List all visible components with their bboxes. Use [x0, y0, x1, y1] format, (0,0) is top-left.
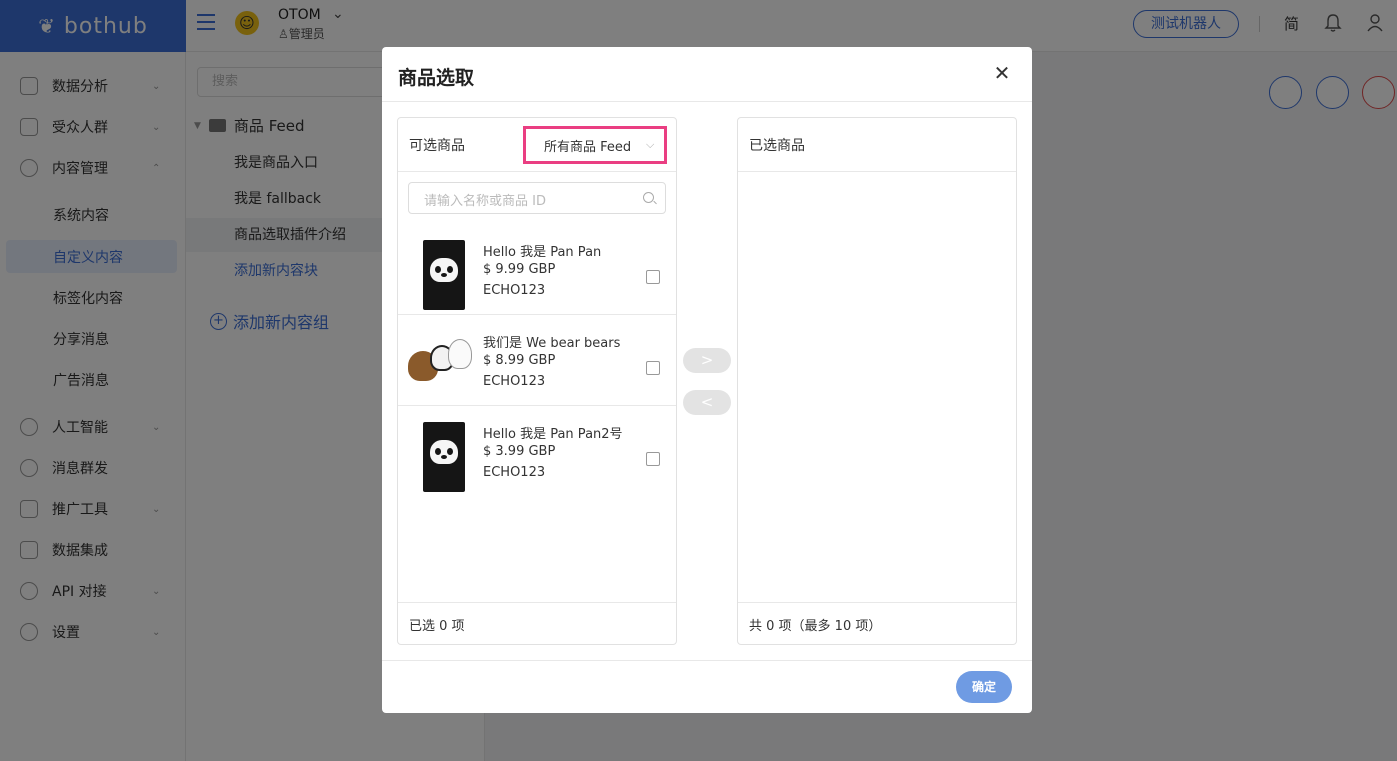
panel-header: 可选商品 所有商品 Feed ⌵ — [398, 118, 676, 172]
product-search-input[interactable]: 请输入名称或商品 ID — [408, 182, 666, 214]
product-code: ECHO123 — [483, 465, 546, 480]
panel-footer: 共 0 项（最多 10 项） — [738, 602, 1016, 644]
total-count: 共 0 项（最多 10 项） — [749, 619, 882, 634]
close-icon[interactable]: ✕ — [993, 63, 1011, 83]
product-thumbnail — [423, 240, 465, 310]
product-thumbnail — [408, 337, 476, 385]
panel-header: 已选商品 — [738, 118, 1016, 172]
product-code: ECHO123 — [483, 283, 546, 298]
feed-select-value: 所有商品 Feed — [544, 139, 632, 155]
product-checkbox[interactable] — [646, 270, 660, 284]
product-name: Hello 我是 Pan Pan — [483, 245, 602, 260]
search-icon[interactable] — [643, 192, 654, 203]
selected-products-panel: 已选商品 共 0 项（最多 10 项） — [737, 117, 1017, 645]
panel-title: 已选商品 — [749, 138, 805, 154]
product-row[interactable]: 我们是 We bear bears $ 8.99 GBP ECHO123 — [398, 315, 676, 406]
search-placeholder: 请输入名称或商品 ID — [424, 194, 546, 209]
product-checkbox[interactable] — [646, 452, 660, 466]
available-products-panel: 可选商品 所有商品 Feed ⌵ 请输入名称或商品 ID Hello 我是 Pa… — [397, 117, 677, 645]
divider — [382, 660, 1032, 661]
product-name: 我们是 We bear bears — [483, 336, 621, 351]
confirm-button[interactable]: 确定 — [956, 671, 1012, 703]
feed-select[interactable]: 所有商品 Feed ⌵ — [523, 126, 667, 164]
selected-count: 已选 0 项 — [409, 619, 465, 634]
divider — [382, 101, 1032, 102]
product-code: ECHO123 — [483, 374, 546, 389]
product-name: Hello 我是 Pan Pan2号 — [483, 427, 623, 442]
panel-title: 可选商品 — [409, 138, 465, 154]
move-left-button[interactable]: < — [683, 390, 731, 415]
product-price: $ 9.99 GBP — [483, 262, 556, 277]
panel-footer: 已选 0 项 — [398, 602, 676, 644]
product-checkbox[interactable] — [646, 361, 660, 375]
product-row[interactable]: Hello 我是 Pan Pan2号 $ 3.99 GBP ECHO123 — [398, 406, 676, 497]
modal-title: 商品选取 — [398, 67, 475, 89]
product-price: $ 8.99 GBP — [483, 353, 556, 368]
product-thumbnail — [423, 422, 465, 492]
chevron-down-icon: ⌵ — [646, 138, 655, 151]
product-price: $ 3.99 GBP — [483, 444, 556, 459]
product-row[interactable]: Hello 我是 Pan Pan $ 9.99 GBP ECHO123 — [398, 224, 676, 315]
product-picker-modal: 商品选取 ✕ 可选商品 所有商品 Feed ⌵ 请输入名称或商品 ID Hell… — [382, 47, 1032, 713]
move-right-button[interactable]: > — [683, 348, 731, 373]
